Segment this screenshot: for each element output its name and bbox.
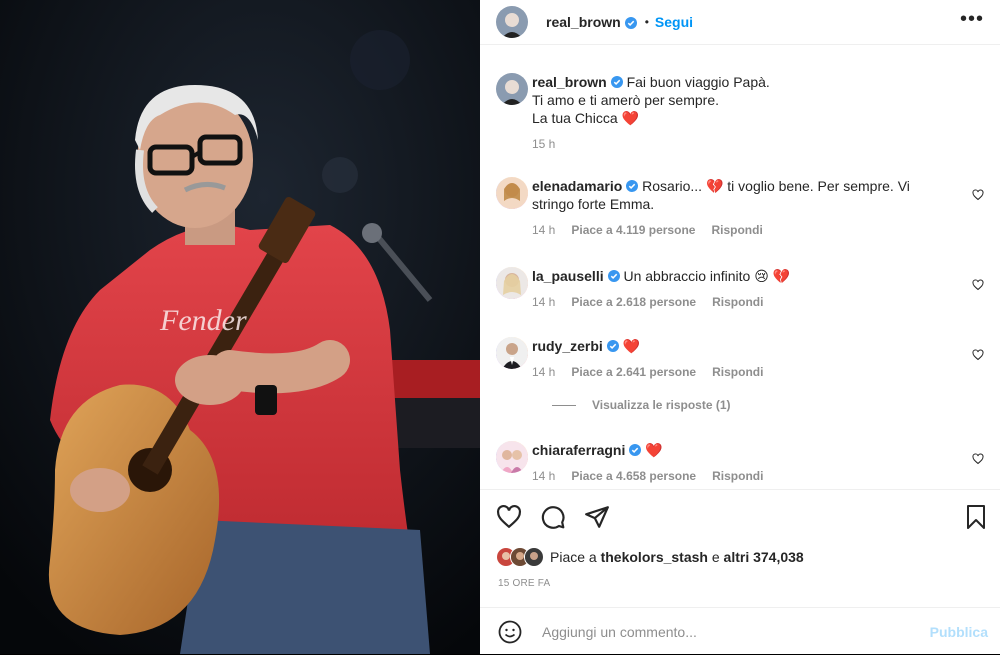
likes-connector: e [711, 549, 720, 565]
commenter-avatar[interactable] [496, 441, 528, 473]
reply-button[interactable]: Rispondi [711, 223, 762, 237]
follow-button[interactable]: Segui [655, 14, 693, 30]
caption-username[interactable]: real_brown [532, 74, 607, 90]
comment-username[interactable]: rudy_zerbi [532, 338, 603, 354]
view-replies-button[interactable]: Visualizza le risposte (1) [552, 398, 731, 412]
comment-icon[interactable] [540, 504, 566, 530]
caption-line: Ti amo e ti amerò per sempre. [532, 92, 719, 108]
comment-time[interactable]: 14 h [532, 223, 555, 237]
author-avatar[interactable] [496, 73, 528, 105]
svg-text:Fender: Fender [159, 304, 247, 337]
heart-icon[interactable] [496, 504, 522, 530]
heart-icon[interactable] [972, 349, 984, 361]
likes-others[interactable]: altri 374,038 [724, 549, 804, 565]
comment-time[interactable]: 14 h [532, 365, 555, 379]
emoji-icon[interactable] [498, 620, 522, 644]
verified-badge-icon [624, 16, 637, 29]
verified-badge-icon [610, 74, 623, 88]
heart-icon[interactable] [972, 189, 984, 201]
heart-icon[interactable] [972, 279, 984, 291]
share-icon[interactable] [584, 504, 610, 530]
comment-input[interactable] [540, 622, 904, 641]
post-photo[interactable]: Fender [0, 0, 480, 654]
reply-button[interactable]: Rispondi [712, 365, 763, 379]
guitarist-photo: Fender [0, 0, 480, 654]
comment-username[interactable]: la_pauselli [532, 268, 604, 284]
replies-divider [552, 404, 576, 406]
likes-summary: Piace a thekolors_stash e altri 374,038 [496, 547, 804, 567]
comment-text: ❤️ [645, 442, 663, 458]
heart-icon[interactable] [972, 453, 984, 465]
verified-badge-icon [626, 178, 639, 192]
comment-username[interactable]: chiaraferragni [532, 442, 625, 458]
add-comment-bar: Pubblica [480, 607, 1000, 655]
view-replies-label: Visualizza le risposte (1) [592, 398, 731, 412]
post-details-panel: real_brown • Segui ••• real_brown Fai bu… [480, 0, 1000, 654]
author-avatar[interactable] [496, 6, 528, 38]
comments-list[interactable]: real_brown Fai buon viaggio Papà. Ti amo… [480, 57, 1000, 489]
comment-likes[interactable]: Piace a 4.658 persone [571, 469, 696, 483]
author-username[interactable]: real_brown [546, 14, 621, 30]
comment-time[interactable]: 14 h [532, 295, 555, 309]
comment-likes[interactable]: Piace a 2.618 persone [571, 295, 696, 309]
caption-line: La tua Chicca ❤️ [532, 110, 639, 126]
publish-button[interactable]: Pubblica [930, 624, 988, 640]
separator-dot: • [644, 15, 649, 29]
comment-likes[interactable]: Piace a 2.641 persone [571, 365, 696, 379]
reply-button[interactable]: Rispondi [712, 469, 763, 483]
post-time[interactable]: 15 ORE FA [498, 578, 550, 589]
comment-likes[interactable]: Piace a 4.119 persone [571, 223, 695, 237]
commenter-avatar[interactable] [496, 337, 528, 369]
comment-text: ❤️ [622, 338, 641, 354]
caption-time[interactable]: 15 h [532, 137, 555, 151]
comment-text: Un abbraccio infinito 😢 💔 [623, 268, 791, 284]
commenter-avatar[interactable] [496, 177, 528, 209]
likes-user[interactable]: thekolors_stash [601, 549, 708, 565]
verified-badge-icon [607, 268, 620, 282]
post-header: real_brown • Segui ••• [480, 0, 1000, 45]
post-actions: Piace a thekolors_stash e altri 374,038 … [480, 489, 1000, 608]
commenter-avatar[interactable] [496, 267, 528, 299]
more-icon[interactable]: ••• [960, 9, 984, 29]
comment-time[interactable]: 14 h [532, 469, 555, 483]
reply-button[interactable]: Rispondi [712, 295, 763, 309]
verified-badge-icon [606, 338, 619, 352]
verified-badge-icon [629, 442, 642, 456]
save-icon[interactable] [964, 504, 988, 530]
caption-line: Fai buon viaggio Papà. [626, 74, 770, 90]
liker-avatar [524, 547, 544, 567]
likes-prefix: Piace a [550, 549, 597, 565]
comment-username[interactable]: elenadamario [532, 178, 622, 194]
